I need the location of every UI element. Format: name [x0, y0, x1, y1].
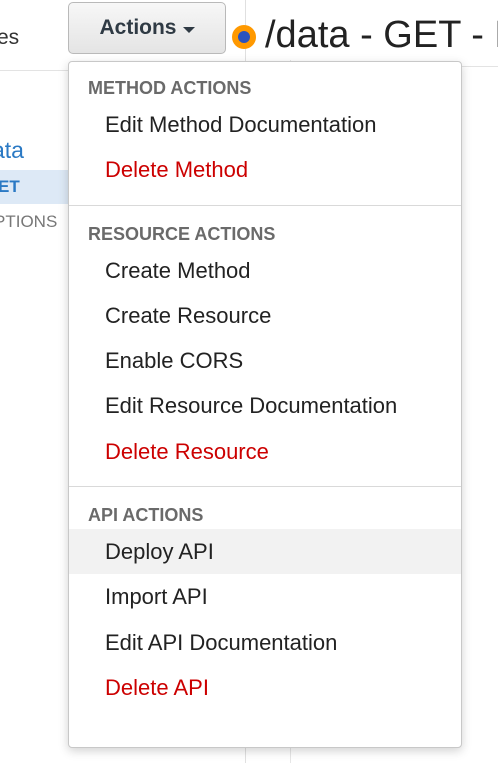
menu-item-create-method[interactable]: Create Method: [69, 248, 461, 293]
menu-separator: [69, 204, 461, 206]
menu-separator: [69, 486, 461, 488]
menu-item-create-resource[interactable]: Create Resource: [69, 293, 461, 338]
menu-section-api-actions: API ACTIONS Deploy API Import API Edit A…: [69, 493, 461, 710]
actions-menu: METHOD ACTIONS Edit Method Documentation…: [68, 61, 462, 748]
menu-section-header: RESOURCE ACTIONS: [88, 223, 276, 244]
api-gateway-console: es ata ET PTIONS Actions /data - GET - M…: [0, 0, 498, 763]
menu-item-deploy-api[interactable]: Deploy API: [69, 529, 461, 575]
status-indicator-icon: [232, 25, 256, 49]
resources-panel-title: es: [0, 26, 20, 49]
menu-item-delete-resource[interactable]: Delete Resource: [69, 429, 461, 474]
menu-item-delete-method[interactable]: Delete Method: [69, 147, 461, 192]
menu-section-resource-actions: RESOURCE ACTIONS Create Method Create Re…: [69, 212, 461, 474]
menu-section-header: METHOD ACTIONS: [88, 78, 252, 98]
actions-button-label: Actions: [99, 16, 177, 39]
menu-item-enable-cors[interactable]: Enable CORS: [69, 338, 461, 383]
menu-item-import-api[interactable]: Import API: [69, 574, 461, 619]
menu-section-header: API ACTIONS: [88, 505, 204, 526]
actions-dropdown-button[interactable]: Actions: [68, 2, 226, 54]
tree-item-options-method[interactable]: PTIONS: [0, 212, 57, 232]
menu-section-method-actions: METHOD ACTIONS Edit Method Documentation…: [69, 62, 461, 193]
tree-item-data-resource[interactable]: ata: [0, 137, 24, 164]
page-title: /data - GET - M: [265, 14, 498, 56]
caret-down-icon: [182, 26, 195, 33]
menu-item-edit-resource-documentation[interactable]: Edit Resource Documentation: [69, 383, 461, 428]
menu-item-edit-api-documentation[interactable]: Edit API Documentation: [69, 620, 461, 665]
menu-item-edit-method-documentation[interactable]: Edit Method Documentation: [69, 102, 461, 147]
menu-item-delete-api[interactable]: Delete API: [69, 665, 461, 710]
